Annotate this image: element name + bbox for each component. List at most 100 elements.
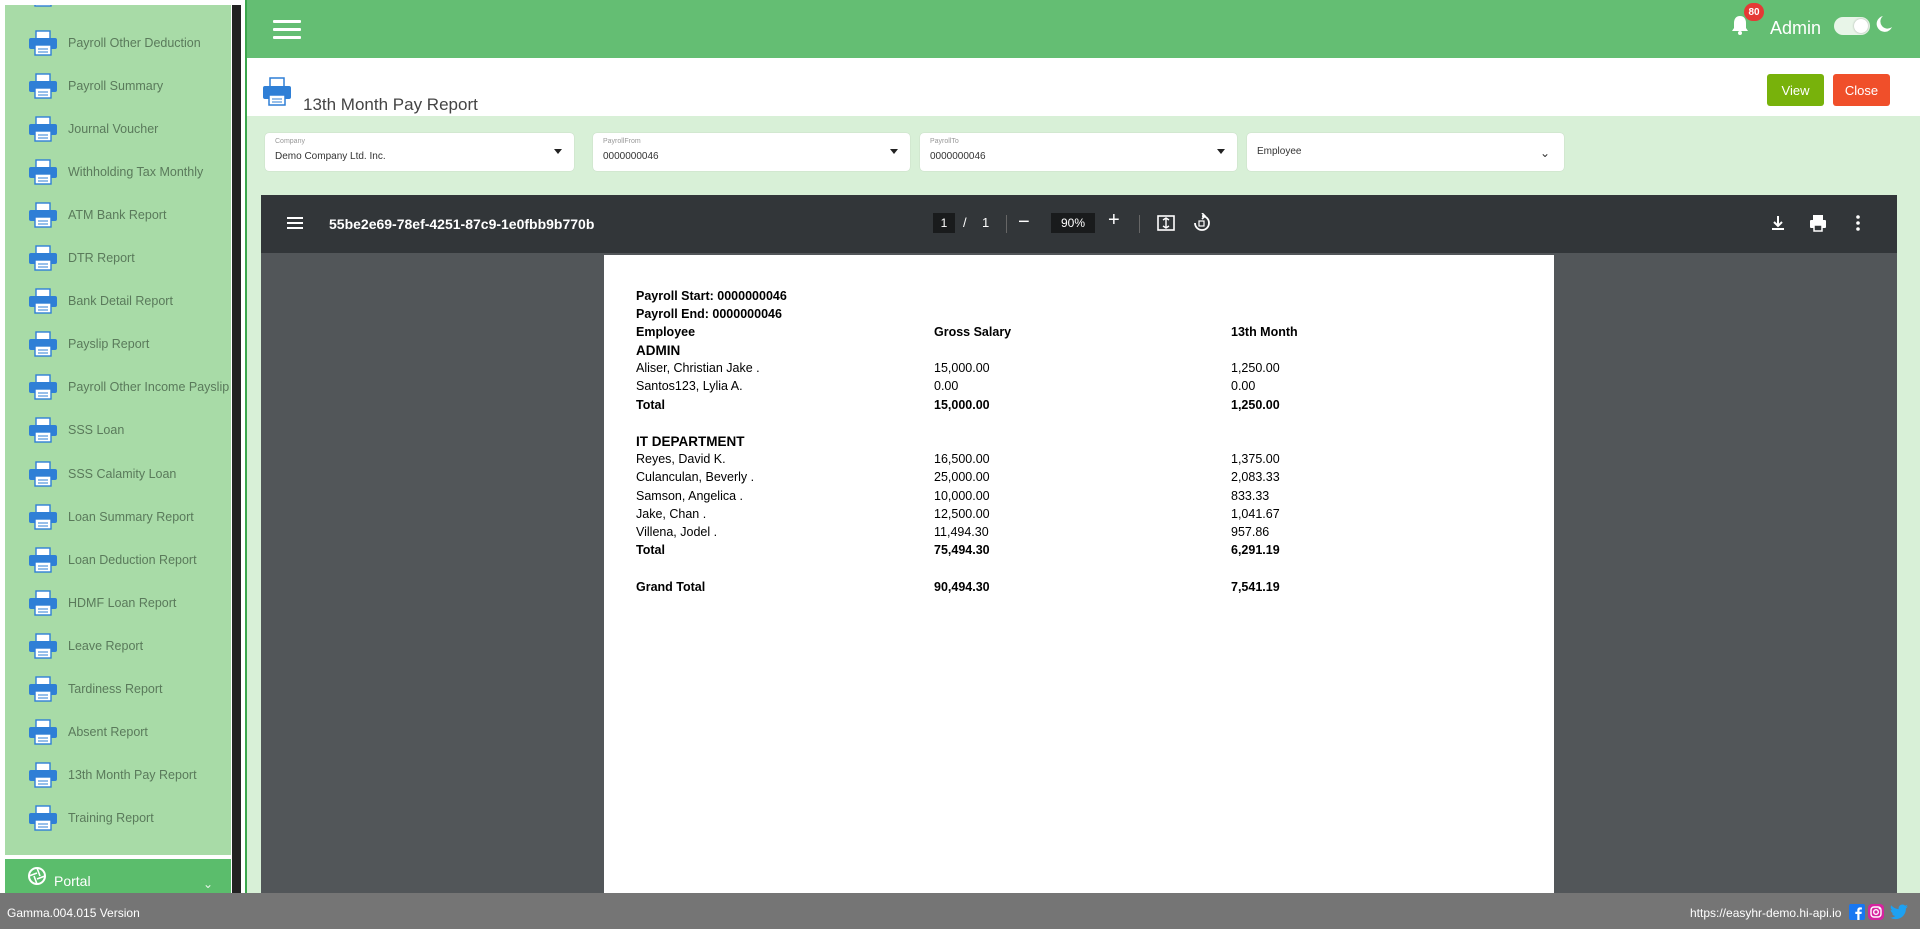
pdf-menu-button[interactable] [287, 217, 303, 229]
sidebar-item-payroll-summary[interactable]: Payroll Summary [5, 64, 231, 107]
sidebar-item-label: Tardiness Report [68, 682, 163, 696]
printer-icon [28, 762, 58, 788]
sidebar-item-journal-voucher[interactable]: Journal Voucher [5, 107, 231, 150]
sidebar-item-label: Loan Summary Report [68, 509, 194, 524]
company-select[interactable]: Company Demo Company Ltd. Inc. [265, 133, 574, 171]
sidebar-item-label: HDMF Loan Report [68, 595, 177, 610]
thirteenth-month: 833.33 [1231, 488, 1270, 503]
thirteenth-month: 2,083.33 [1231, 470, 1280, 485]
pdf-page-input[interactable]: 1 [933, 213, 955, 233]
payroll-to-label: PayrollTo [930, 138, 959, 145]
zoom-input[interactable]: 90% [1051, 213, 1095, 233]
facebook-icon[interactable] [1849, 904, 1865, 920]
zoom-out-button[interactable]: − [1018, 211, 1030, 234]
employee-name: Culanculan, Beverly . [636, 470, 755, 485]
sidebar-item-loan-deduction-report[interactable]: Loan Deduction Report [5, 538, 231, 581]
grand-total-thirteenth: 7,541.19 [1231, 579, 1280, 594]
printer-icon [28, 5, 58, 7]
notification-badge: 80 [1744, 3, 1764, 21]
thirteenth-month: 0.00 [1231, 379, 1256, 394]
sidebar-item-hdmf-loan-report[interactable]: HDMF Loan Report [5, 581, 231, 624]
user-name[interactable]: Admin [1770, 18, 1821, 39]
caret-down-icon [890, 149, 898, 154]
sidebar-item-absent-report[interactable]: Absent Report [5, 711, 231, 754]
sidebar-menu: Payroll Other Deduction Payroll Summary Jo… [5, 5, 231, 855]
sidebar-item-label: Withholding Tax Monthly [68, 164, 204, 179]
thirteenth-month: 957.86 [1231, 525, 1270, 539]
sidebar-scrollbar[interactable] [232, 5, 241, 893]
pdf-page-total: 1 [982, 215, 990, 230]
gross-salary: 12,500.00 [934, 506, 990, 521]
print-icon[interactable] [1808, 213, 1828, 233]
app-version: Gamma.004.015 Version [7, 906, 140, 920]
close-button[interactable]: Close [1833, 74, 1890, 106]
printer-icon [28, 331, 58, 357]
sidebar: Payroll Other Deduction Payroll Summary Jo… [0, 0, 245, 893]
column-header-employee: Employee [636, 325, 696, 339]
employee-select[interactable]: Employee ⌄ [1247, 133, 1564, 171]
footer-url[interactable]: https://easyhr-demo.hi-api.io [1690, 906, 1841, 920]
sidebar-item-leave-report[interactable]: Leave Report [5, 624, 231, 667]
sidebar-item-label: DTR Report [68, 251, 135, 265]
payroll-from-value: 0000000046 [603, 151, 659, 162]
printer-icon [28, 115, 58, 142]
sidebar-item-sss-loan[interactable]: SSS Loan [5, 409, 231, 452]
printer-icon [28, 159, 58, 185]
gross-salary: 10,000.00 [934, 488, 990, 503]
department-total-gross: 15,000.00 [934, 397, 990, 412]
rotate-icon[interactable] [1192, 213, 1212, 233]
department-name: ADMIN [636, 343, 681, 358]
sidebar-item-training-report[interactable]: Training Report [5, 797, 231, 840]
sidebar-item-payroll-other-deduction[interactable]: Payroll Other Deduction [5, 21, 231, 64]
theme-toggle[interactable] [1834, 17, 1870, 35]
sidebar-item-label: Bank Detail Report [68, 294, 173, 309]
moon-icon [1876, 16, 1892, 32]
company-select-value: Demo Company Ltd. Inc. [275, 151, 386, 162]
sidebar-item-withholding-tax-monthly[interactable]: Withholding Tax Monthly [5, 150, 231, 193]
column-header-13th-month: 13th Month [1231, 325, 1298, 339]
chevron-down-icon: ⌄ [203, 877, 214, 891]
grand-total-gross: 90,494.30 [934, 579, 990, 594]
printer-icon [28, 719, 58, 745]
pdf-file-name: 55be2e69-78ef-4251-87c9-1e0fbb9b770b [329, 216, 595, 232]
payroll-start: Payroll Start: 0000000046 [636, 289, 787, 303]
sidebar-item-payslip-report[interactable]: Payslip Report [5, 323, 231, 366]
payroll-from-select[interactable]: PayrollFrom 0000000046 [593, 133, 910, 171]
sidebar-item-partial[interactable] [5, 5, 231, 15]
sidebar-item-13th-month-pay-report[interactable]: 13th Month Pay Report [5, 754, 231, 797]
more-options-icon[interactable] [1848, 213, 1868, 233]
employee-name: Jake, Chan . [636, 506, 707, 521]
payroll-from-label: PayrollFrom [603, 138, 641, 145]
printer-icon [28, 503, 58, 530]
employee-name: Reyes, David K. [636, 452, 726, 467]
instagram-icon[interactable] [1868, 904, 1884, 920]
twitter-icon[interactable] [1888, 904, 1910, 920]
printer-icon [28, 29, 58, 56]
department-total-thirteenth: 6,291.19 [1231, 543, 1280, 558]
fit-page-icon[interactable] [1156, 213, 1176, 233]
sidebar-item-atm-bank-report[interactable]: ATM Bank Report [5, 193, 231, 236]
sidebar-item-dtr-report[interactable]: DTR Report [5, 237, 231, 280]
toolbar-divider [1139, 215, 1140, 233]
pdf-page-separator: / [963, 215, 967, 230]
sidebar-item-label: Loan Deduction Report [68, 552, 197, 567]
zoom-in-button[interactable]: + [1108, 209, 1120, 232]
sidebar-item-portal[interactable]: Portal ⌄ [5, 859, 231, 893]
sidebar-item-payroll-other-income-payslip[interactable]: Payroll Other Income Payslip [5, 366, 231, 409]
department-total-gross: 75,494.30 [934, 543, 990, 558]
view-button[interactable]: View [1767, 74, 1824, 106]
sidebar-item-loan-summary-report[interactable]: Loan Summary Report [5, 495, 231, 538]
payroll-to-select[interactable]: PayrollTo 0000000046 [920, 133, 1237, 171]
column-header-gross-salary: Gross Salary [934, 325, 1012, 339]
sidebar-item-sss-calamity-loan[interactable]: SSS Calamity Loan [5, 452, 231, 495]
thirteenth-month: 1,375.00 [1231, 452, 1280, 467]
employee-name: Villena, Jodel . [636, 525, 718, 539]
download-icon[interactable] [1768, 213, 1788, 233]
menu-toggle-button[interactable] [273, 20, 301, 40]
sidebar-item-label: Payroll Other Income Payslip [68, 380, 230, 395]
sidebar-item-bank-detail-report[interactable]: Bank Detail Report [5, 280, 231, 323]
footer: Gamma.004.015 Version https://easyhr-dem… [0, 893, 1920, 929]
printer-icon [28, 676, 58, 702]
sidebar-item-label: Payroll Summary [68, 78, 164, 93]
sidebar-item-tardiness-report[interactable]: Tardiness Report [5, 668, 231, 711]
